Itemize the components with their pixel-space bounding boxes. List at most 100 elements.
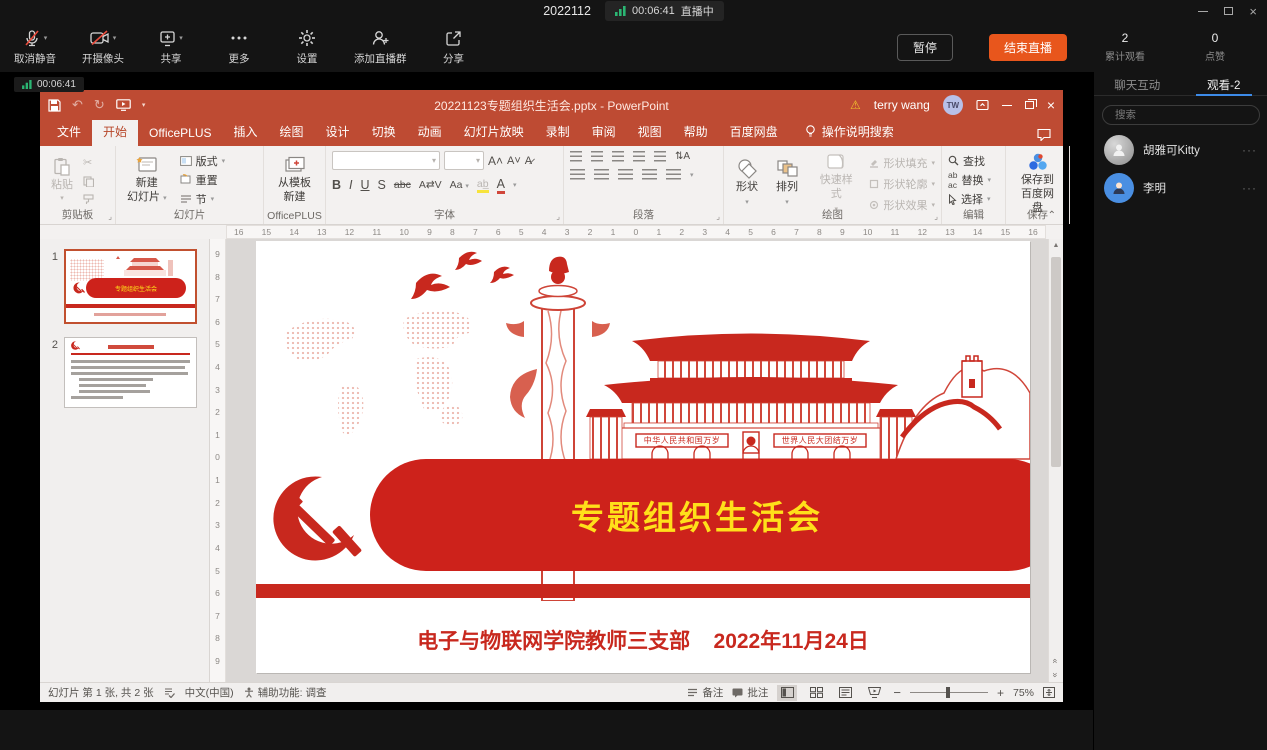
shadow-icon[interactable]: S <box>378 178 386 192</box>
new-from-template-button[interactable]: 从模板新建 <box>273 151 316 209</box>
format-painter-icon[interactable] <box>83 194 94 205</box>
layout-button[interactable]: 版式▾ <box>180 152 226 170</box>
tell-me-search[interactable]: 操作说明搜索 <box>805 123 894 146</box>
camera-on-button[interactable]: ▾ 开摄像头 <box>82 28 124 66</box>
shape-fill-button[interactable]: 形状填充▾ <box>869 155 935 171</box>
settings-button[interactable]: 设置 <box>286 28 328 66</box>
ppt-ribbon-tab[interactable]: 百度网盘 <box>719 117 789 146</box>
comments-bubble-icon[interactable] <box>1037 128 1051 146</box>
dialog-launcher-icon[interactable]: ⌟ <box>108 212 112 221</box>
increase-font-icon[interactable]: A˄ <box>488 154 503 168</box>
zoom-out-icon[interactable]: − <box>893 685 901 700</box>
ribbon-display-options-icon[interactable] <box>976 99 989 111</box>
collapse-ribbon-icon[interactable]: ⌃ <box>1048 210 1056 221</box>
chevron-down-icon[interactable]: ▾ <box>513 181 517 189</box>
zoom-in-icon[interactable]: + <box>997 686 1004 700</box>
undo-icon[interactable]: ↶ <box>72 97 83 113</box>
zoom-level[interactable]: 75% <box>1013 687 1034 699</box>
columns-icon[interactable] <box>666 169 681 180</box>
zoom-slider-thumb[interactable] <box>946 687 950 698</box>
align-center-icon[interactable] <box>594 169 609 180</box>
strikethrough-icon[interactable]: abc <box>394 179 411 191</box>
share-screen-button[interactable]: ▾ 共享 <box>150 28 192 66</box>
maximize-icon[interactable] <box>1224 7 1233 15</box>
add-live-group-button[interactable]: 添加直播群 <box>354 28 407 66</box>
increase-indent-icon[interactable] <box>633 151 645 162</box>
ppt-close-icon[interactable]: × <box>1047 98 1055 112</box>
previous-slide-icon[interactable]: « <box>1051 658 1061 663</box>
dialog-launcher-icon[interactable]: ⌟ <box>716 212 720 221</box>
spellcheck-button[interactable] <box>164 687 175 698</box>
ppt-user-name[interactable]: terry wang <box>874 98 930 112</box>
align-right-icon[interactable] <box>618 169 633 180</box>
ppt-ribbon-tab[interactable]: 审阅 <box>581 117 627 146</box>
underline-icon[interactable]: U <box>361 178 370 192</box>
viewer-more-icon[interactable]: ··· <box>1242 143 1257 157</box>
viewer-row[interactable]: 胡雅可Kitty ··· <box>1094 131 1267 169</box>
ppt-ribbon-tab[interactable]: 幻灯片放映 <box>453 117 535 146</box>
highlight-color-icon[interactable]: ab̲ <box>477 178 489 193</box>
ppt-ribbon-tab[interactable]: 录制 <box>535 117 581 146</box>
chevron-down-icon[interactable]: ▾ <box>113 34 117 42</box>
chevron-down-icon[interactable]: ▾ <box>179 34 183 42</box>
viewer-more-icon[interactable]: ··· <box>1242 181 1257 195</box>
viewer-row[interactable]: 李明 ··· <box>1094 169 1267 207</box>
numbering-icon[interactable] <box>591 151 603 162</box>
align-left-icon[interactable] <box>570 169 585 180</box>
save-icon[interactable] <box>48 99 61 112</box>
char-spacing-icon[interactable]: A⇄V <box>419 179 442 191</box>
dialog-launcher-icon[interactable]: ⌟ <box>934 212 938 221</box>
cut-icon[interactable]: ✂ <box>83 156 94 169</box>
comments-button[interactable]: 批注 <box>732 685 768 700</box>
ppt-ribbon-tab[interactable]: 视图 <box>627 117 673 146</box>
avatar[interactable]: TW <box>943 95 963 115</box>
accessibility-status[interactable]: 辅助功能: 调查 <box>244 685 327 700</box>
ppt-minimize-icon[interactable] <box>1002 105 1012 106</box>
font-color-icon[interactable]: A <box>497 177 505 194</box>
replace-button[interactable]: abac替换▾ <box>948 171 999 189</box>
pause-live-button[interactable]: 暂停 <box>897 34 953 61</box>
reading-view-button[interactable] <box>835 685 855 701</box>
ppt-ribbon-tab[interactable]: 插入 <box>223 117 269 146</box>
search-input[interactable] <box>1102 105 1260 125</box>
paste-button[interactable]: 粘贴 ▾ <box>46 151 78 209</box>
ppt-ribbon-tab[interactable]: 绘图 <box>269 117 315 146</box>
line-spacing-icon[interactable] <box>654 151 666 162</box>
unmute-button[interactable]: ▾ 取消静音 <box>14 28 56 66</box>
fit-to-window-icon[interactable] <box>1043 687 1055 698</box>
clear-formatting-icon[interactable]: A̷ <box>525 155 532 167</box>
ppt-ribbon-tab[interactable]: 开始 <box>92 117 138 146</box>
italic-icon[interactable]: I <box>349 178 352 192</box>
section-button[interactable]: 节▾ <box>180 190 226 208</box>
zoom-slider[interactable] <box>910 692 988 693</box>
slide[interactable]: 中华人民共和国万岁 世界人民大团结万岁 专题组织生活会 电子与物联网学院教 <box>256 241 1030 673</box>
slide-thumbnail-1[interactable]: 专题组织生活会 <box>64 249 197 324</box>
tab-chat[interactable]: 聊天互动 <box>1094 72 1181 95</box>
change-case-icon[interactable]: Aa ▾ <box>450 179 469 191</box>
language-indicator[interactable]: 中文(中国) <box>185 685 234 700</box>
vertical-scrollbar[interactable]: ▲ « » <box>1048 239 1063 682</box>
select-button[interactable]: 选择▾ <box>948 190 999 208</box>
shape-outline-button[interactable]: 形状轮廓▾ <box>869 176 935 192</box>
new-slide-button[interactable]: 新建幻灯片 ▾ <box>122 151 172 209</box>
bullets-icon[interactable] <box>570 151 582 162</box>
decrease-font-icon[interactable]: A˅ <box>507 155 521 167</box>
ppt-ribbon-tab[interactable]: 文件 <box>46 117 92 146</box>
ppt-ribbon-tab[interactable]: OfficePLUS <box>138 120 222 146</box>
copy-icon[interactable] <box>83 176 94 187</box>
bold-icon[interactable]: B <box>332 178 341 192</box>
normal-view-button[interactable] <box>777 685 797 701</box>
start-slideshow-icon[interactable] <box>116 99 131 111</box>
close-icon[interactable]: × <box>1249 5 1257 18</box>
share-link-button[interactable]: 分享 <box>433 28 475 66</box>
decrease-indent-icon[interactable] <box>612 151 624 162</box>
dialog-launcher-icon[interactable]: ⌟ <box>556 212 560 221</box>
end-live-button[interactable]: 结束直播 <box>989 34 1067 61</box>
redo-icon[interactable]: ↻ <box>94 97 105 113</box>
chevron-down-icon[interactable]: ▾ <box>690 171 694 179</box>
ppt-ribbon-tab[interactable]: 动画 <box>407 117 453 146</box>
tab-viewers[interactable]: 观看-2 <box>1181 72 1267 95</box>
chevron-down-icon[interactable]: ▾ <box>44 34 48 42</box>
font-size-combo[interactable]: ▾ <box>444 151 484 170</box>
slideshow-view-button[interactable] <box>864 685 884 701</box>
